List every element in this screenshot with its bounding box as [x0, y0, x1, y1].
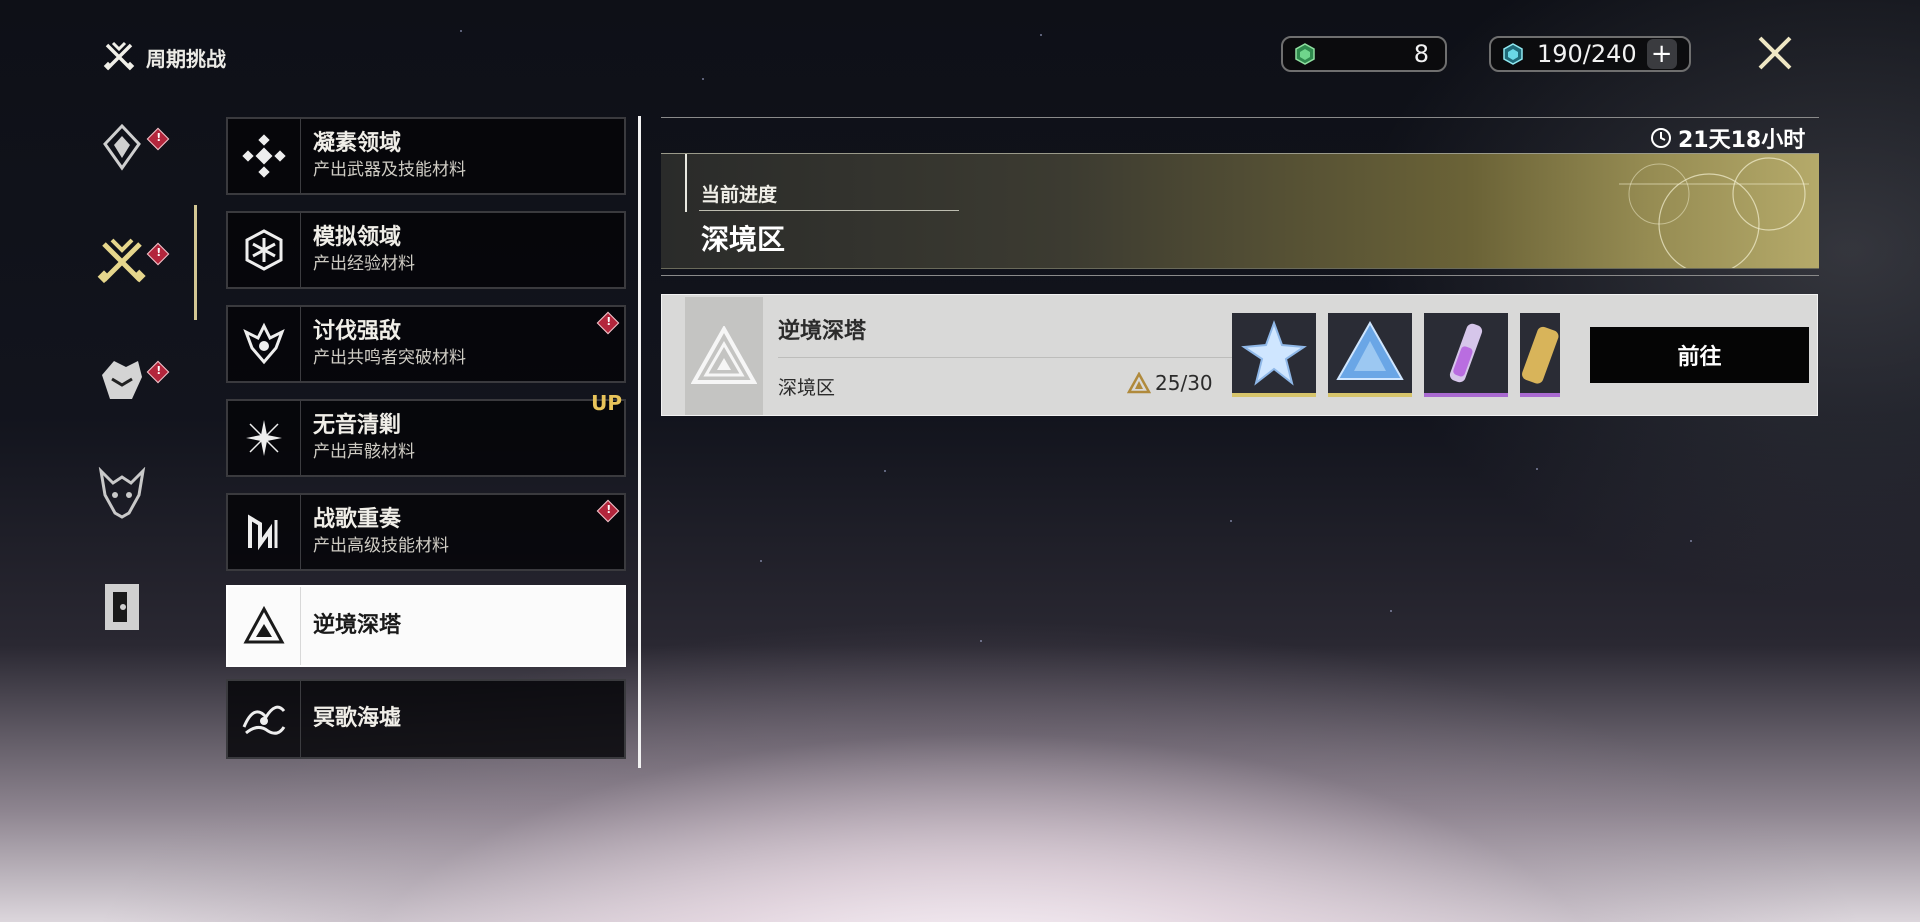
- harp-icon: [248, 514, 278, 551]
- list-item-boss-challenge[interactable]: 讨伐强敌 产出共鸣者突破材料: [226, 305, 626, 383]
- dragon-head-icon: [98, 467, 146, 519]
- rail-item-beast[interactable]: [92, 350, 170, 410]
- cyan-gem-icon: [1503, 43, 1523, 65]
- list-item-simulation-domain[interactable]: 模拟领域 产出经验材料: [226, 211, 626, 289]
- reward-item[interactable]: [1520, 313, 1560, 397]
- resource-counter-2[interactable]: 190/240 +: [1489, 36, 1691, 72]
- list-item-subtitle: 产出高级技能材料: [313, 536, 449, 556]
- entry-progress: 25/30: [1127, 371, 1213, 395]
- crossed-swords-icon: [103, 41, 135, 71]
- list-item-subtitle: 产出武器及技能材料: [313, 160, 466, 180]
- reward-item[interactable]: [1232, 313, 1316, 397]
- list-item-subtitle: 产出声骸材料: [313, 442, 415, 462]
- list-item-subtitle: 产出共鸣者突破材料: [313, 348, 466, 368]
- gold-tube-icon: [1522, 326, 1559, 384]
- up-badge: UP: [591, 391, 622, 415]
- timer-text: 21天18小时: [1678, 128, 1806, 153]
- list-item-name: 讨伐强敌: [313, 319, 402, 344]
- green-gem-icon: [1295, 43, 1315, 65]
- rail-item-dragon[interactable]: [92, 463, 152, 523]
- list-item-name: 逆境深塔: [313, 613, 402, 638]
- close-icon: [1758, 36, 1792, 70]
- reset-timer: 21天18小时: [1650, 122, 1805, 154]
- list-item-silent-sweep[interactable]: 无音清剿 产出声骸材料 UP: [226, 391, 626, 477]
- progress-zone: 深境区: [701, 223, 786, 256]
- rail-item-door[interactable]: [92, 577, 152, 637]
- rail-item-periodic-challenge[interactable]: [92, 232, 170, 292]
- close-button[interactable]: [1752, 30, 1798, 76]
- resource-counter-1[interactable]: 8: [1281, 36, 1447, 72]
- clock-icon: [1651, 128, 1671, 148]
- alert-icon: [146, 360, 170, 384]
- resource-1-value: 8: [1413, 40, 1429, 68]
- reward-item[interactable]: [1424, 313, 1508, 397]
- challenge-entry-card: 逆境深塔 深境区 25/30 前往: [661, 294, 1818, 416]
- page-header: 周期挑战: [102, 40, 226, 74]
- list-item-condensed-domain[interactable]: 凝素领域 产出武器及技能材料: [226, 117, 626, 195]
- triangle-star-icon: [1127, 372, 1151, 394]
- list-item-subtitle: 产出经验材料: [313, 254, 415, 274]
- list-item-name: 冥歌海墟: [313, 706, 402, 731]
- flame-crest-icon: [243, 322, 285, 365]
- hexagon-icon: [245, 229, 283, 271]
- list-item-name: 模拟领域: [313, 225, 402, 250]
- triangle-icon: [691, 326, 757, 384]
- rail-active-indicator: [194, 205, 197, 320]
- entry-title: 逆境深塔: [778, 319, 867, 344]
- alert-icon: [596, 311, 620, 335]
- resource-2-value: 190/240: [1537, 40, 1637, 68]
- alert-icon: [146, 127, 170, 151]
- sparkle-icon: [246, 420, 282, 456]
- purple-vial-icon: [1449, 323, 1483, 383]
- list-scrollbar[interactable]: [638, 116, 641, 768]
- list-item-name: 凝素领域: [313, 131, 402, 156]
- list-item-battle-song[interactable]: 战歌重奏 产出高级技能材料: [226, 493, 626, 571]
- beast-icon: [102, 361, 142, 399]
- add-resource-button[interactable]: +: [1646, 39, 1677, 69]
- alert-icon: [146, 242, 170, 266]
- star-crystal-icon: [1241, 320, 1307, 386]
- diamond-cross-icon: [242, 134, 286, 178]
- alert-icon: [596, 499, 620, 523]
- entry-progress-value: 25/30: [1155, 371, 1213, 395]
- list-item-name: 无音清剿: [313, 413, 402, 438]
- triangle-icon: [243, 605, 285, 644]
- divider: [661, 275, 1819, 276]
- crystal-icon: [103, 123, 141, 171]
- ornament-icon: [1619, 157, 1809, 268]
- list-item-tower-of-adversity[interactable]: 逆境深塔: [226, 585, 626, 667]
- wave-bird-icon: [242, 705, 286, 735]
- go-button[interactable]: 前往: [1590, 327, 1809, 383]
- door-icon: [105, 584, 139, 630]
- page-title: 周期挑战: [146, 46, 226, 71]
- progress-banner: 当前进度 深境区: [661, 153, 1819, 269]
- list-item-abyssal-ruins[interactable]: 冥歌海墟: [226, 679, 626, 759]
- blue-prism-icon: [1336, 320, 1404, 380]
- rail-item-crystal[interactable]: [92, 117, 170, 177]
- crossed-swords-icon: [97, 238, 146, 284]
- progress-label: 当前进度: [701, 184, 778, 206]
- list-item-name: 战歌重奏: [313, 507, 402, 532]
- divider: [661, 117, 1819, 118]
- entry-zone: 深境区: [778, 377, 836, 399]
- reward-item[interactable]: [1328, 313, 1412, 397]
